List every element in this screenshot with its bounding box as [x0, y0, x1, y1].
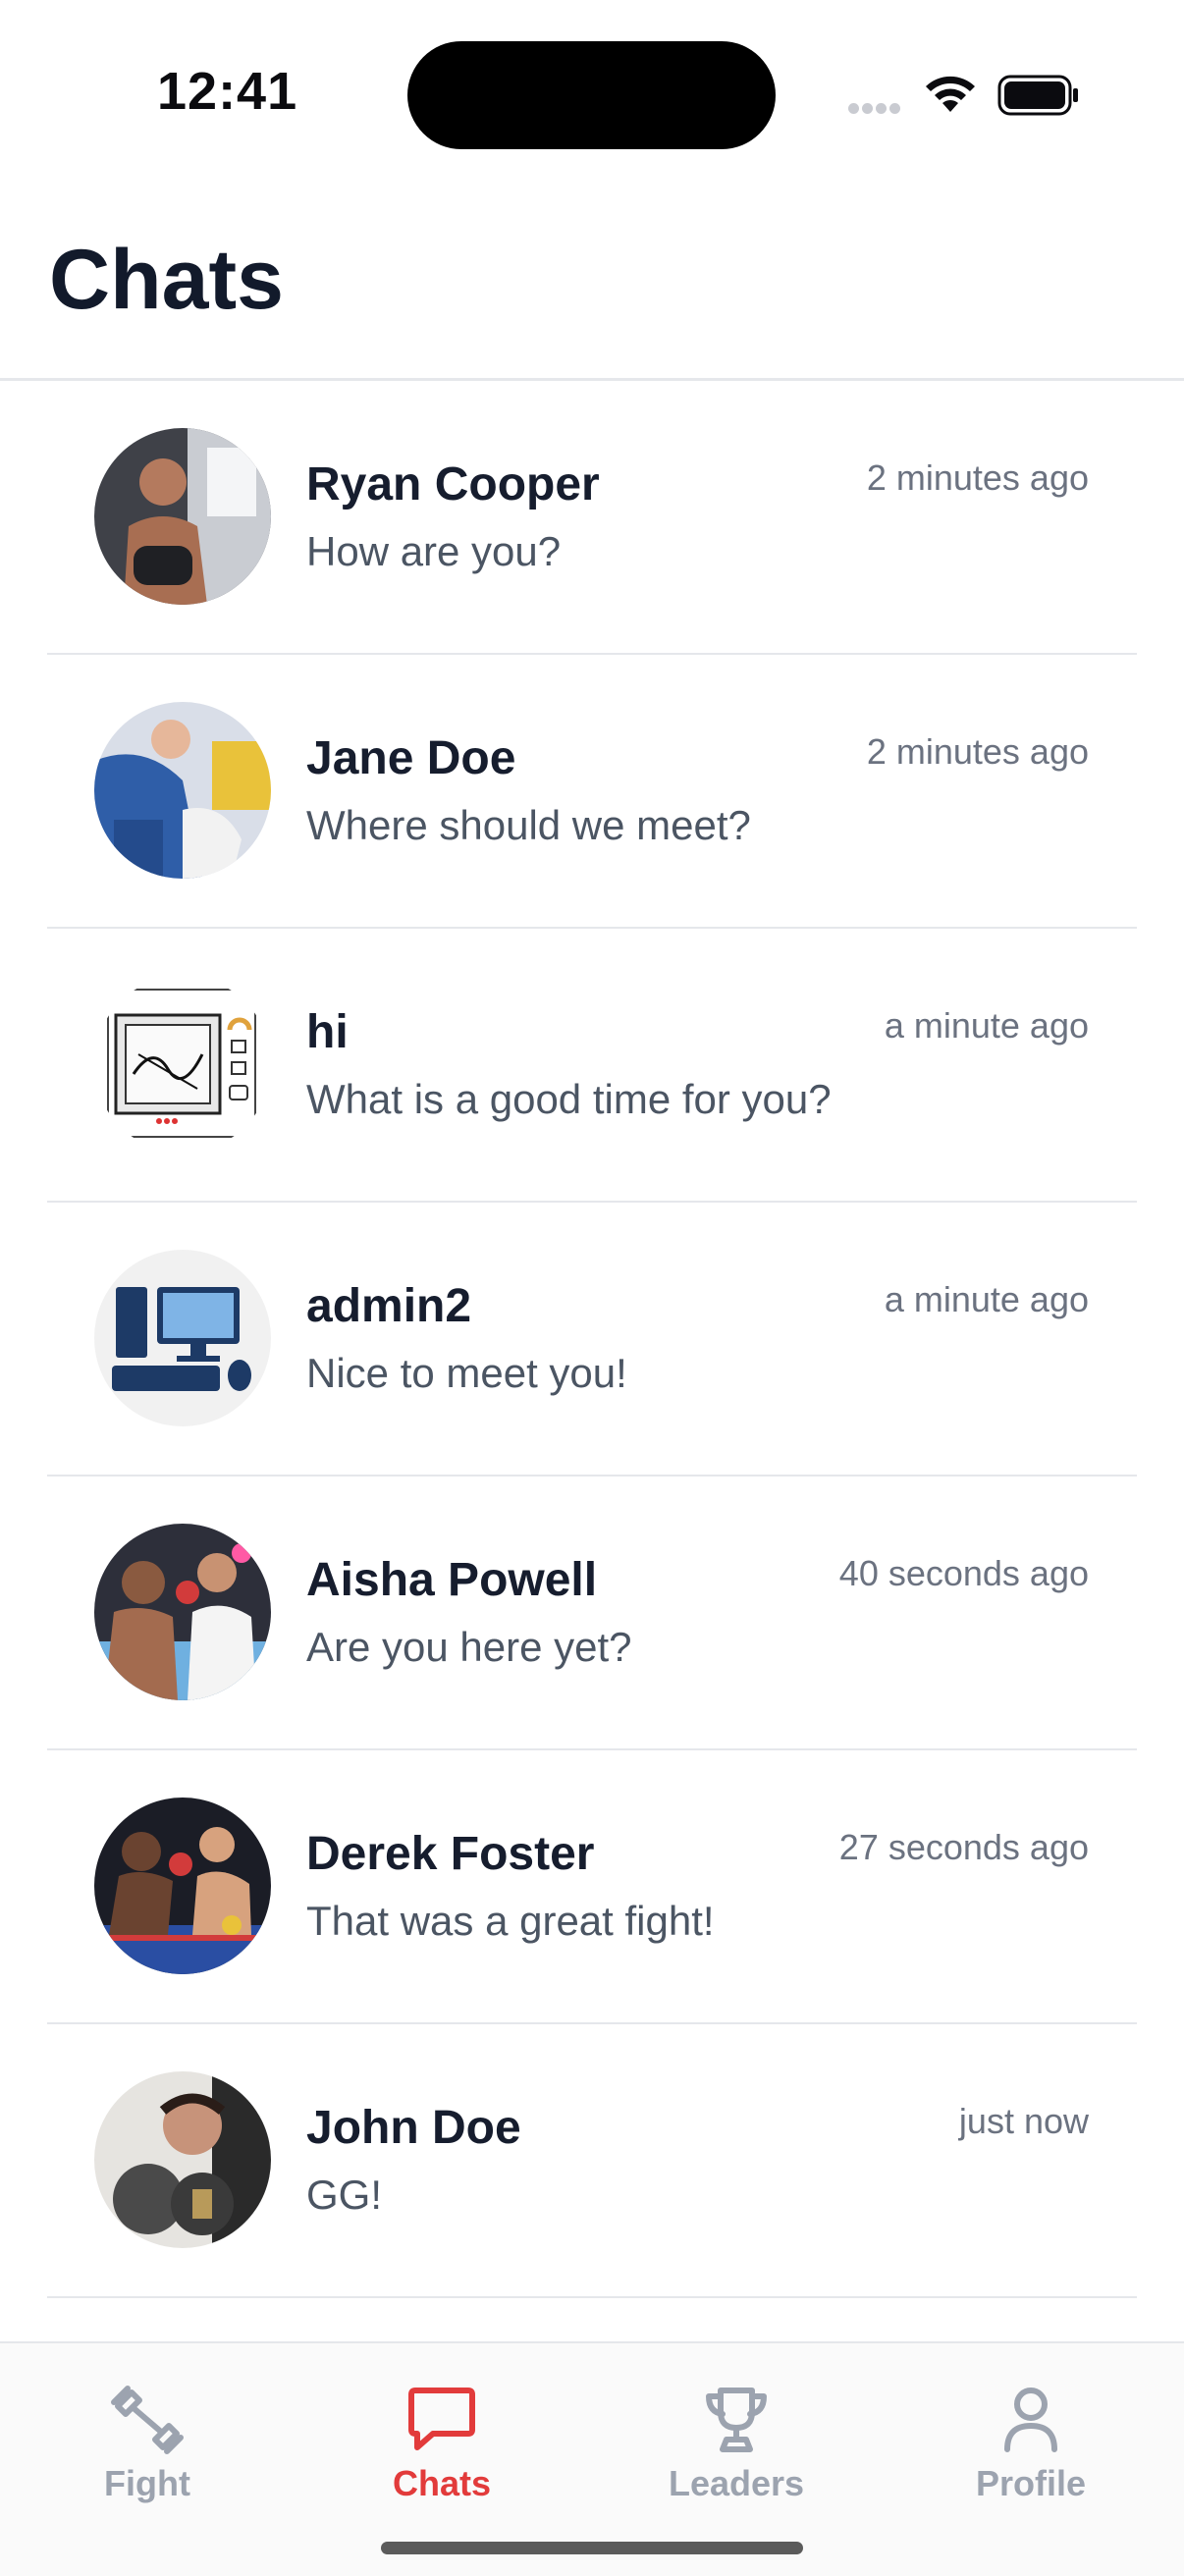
avatar — [94, 1524, 271, 1700]
chat-last-message: Are you here yet? — [306, 1624, 632, 1670]
chat-timestamp: a minute ago — [884, 1005, 1089, 1046]
chat-list-item[interactable]: Jane Doe Where should we meet? 2 minutes… — [0, 655, 1184, 929]
chat-name: John Doe — [306, 2102, 521, 2154]
chat-last-message: Where should we meet? — [306, 802, 751, 848]
tab-profile[interactable]: Profile — [884, 2343, 1178, 2540]
chat-timestamp: 27 seconds ago — [838, 1827, 1089, 1867]
tab-fight[interactable]: Fight — [0, 2343, 295, 2540]
avatar — [94, 976, 271, 1153]
chat-name: admin2 — [306, 1280, 472, 1332]
chat-bubble-icon — [408, 2388, 475, 2450]
chat-timestamp: 40 seconds ago — [838, 1553, 1089, 1593]
avatar — [94, 702, 271, 879]
wifi-icon — [926, 76, 975, 112]
avatar — [94, 428, 271, 605]
page-title: Chats — [49, 233, 284, 327]
tab-leaders[interactable]: Leaders — [589, 2343, 884, 2540]
trophy-icon — [706, 2388, 767, 2452]
chat-name: Derek Foster — [306, 1828, 595, 1880]
chat-list-item[interactable]: hi What is a good time for you? a minute… — [0, 929, 1184, 1203]
chat-name: Ryan Cooper — [306, 458, 600, 510]
chat-list-item[interactable]: Ryan Cooper How are you? 2 minutes ago — [0, 381, 1184, 655]
dynamic-island — [407, 41, 776, 149]
tab-label: Leaders — [668, 2463, 805, 2503]
tab-chats[interactable]: Chats — [295, 2343, 589, 2540]
chat-name: Jane Doe — [306, 732, 516, 784]
dumbbell-icon — [111, 2386, 184, 2454]
status-time: 12:41 — [157, 62, 298, 121]
chat-last-message: How are you? — [306, 528, 562, 574]
chat-timestamp: just now — [958, 2101, 1089, 2141]
avatar — [94, 1798, 271, 1974]
user-icon — [1004, 2388, 1057, 2452]
chat-list-item[interactable]: Derek Foster That was a great fight! 27 … — [0, 1750, 1184, 2024]
chat-list-item[interactable]: John Doe GG! just now — [0, 2024, 1184, 2298]
avatar — [94, 1250, 271, 1426]
chat-list-item[interactable]: admin2 Nice to meet you! a minute ago — [0, 1203, 1184, 1476]
chat-list: Ryan Cooper How are you? 2 minutes ago J… — [0, 381, 1184, 2298]
avatar — [94, 2071, 271, 2248]
chat-list-item[interactable]: Aisha Powell Are you here yet? 40 second… — [0, 1476, 1184, 1750]
cellular-signal-icon — [848, 101, 907, 115]
tab-label: Profile — [975, 2463, 1087, 2503]
chat-name: Aisha Powell — [306, 1554, 598, 1606]
tab-label: Chats — [392, 2463, 492, 2503]
chat-name: hi — [306, 1006, 349, 1058]
battery-icon — [997, 75, 1078, 116]
chat-last-message: That was a great fight! — [306, 1898, 715, 1944]
home-indicator — [381, 2542, 803, 2554]
tab-label: Fight — [104, 2463, 190, 2503]
chat-last-message: GG! — [306, 2172, 383, 2218]
chat-last-message: What is a good time for you? — [306, 1076, 832, 1122]
chat-timestamp: 2 minutes ago — [866, 457, 1089, 498]
chat-last-message: Nice to meet you! — [306, 1350, 627, 1396]
chat-timestamp: 2 minutes ago — [866, 731, 1089, 772]
chat-timestamp: a minute ago — [884, 1279, 1089, 1319]
status-bar: 12:41 — [0, 0, 1184, 187]
